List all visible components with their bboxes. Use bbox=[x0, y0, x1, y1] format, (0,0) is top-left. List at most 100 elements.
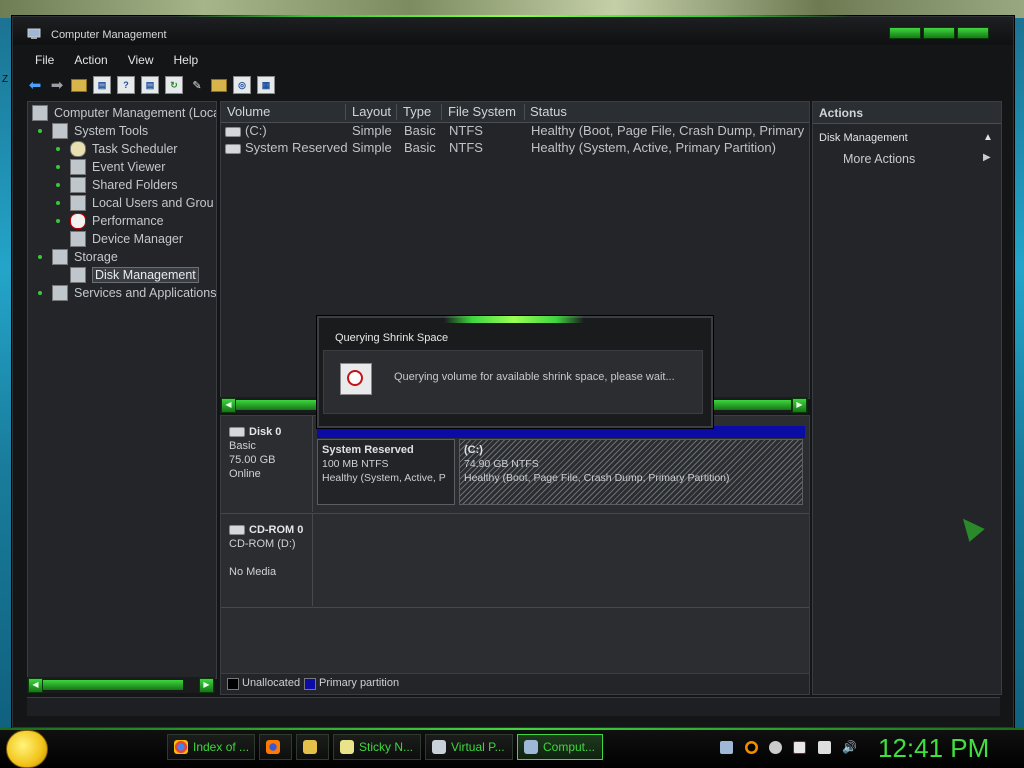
table-row[interactable]: (C:) Simple Basic NTFS Healthy (Boot, Pa… bbox=[221, 122, 809, 139]
window-title: Computer Management bbox=[51, 29, 167, 41]
partition-system-reserved[interactable]: System Reserved 100 MB NTFS Healthy (Sys… bbox=[317, 439, 455, 505]
taskbar-clock[interactable]: 12:41 PM bbox=[878, 733, 989, 764]
maximize-button[interactable] bbox=[923, 27, 955, 39]
connect-icon[interactable]: ✎ bbox=[189, 77, 205, 93]
task-sticky-notes[interactable]: Sticky N... bbox=[333, 734, 421, 760]
disk-0-label[interactable]: Disk 0 Basic 75.00 GB Online bbox=[221, 416, 313, 512]
tree-item-event-viewer[interactable]: Event Viewer bbox=[56, 158, 165, 176]
up-folder-icon[interactable] bbox=[71, 77, 87, 93]
menu-file[interactable]: File bbox=[25, 52, 64, 70]
performance-icon bbox=[70, 213, 86, 229]
tree-item-root[interactable]: Computer Management (Local bbox=[32, 104, 217, 122]
volume-tray-icon[interactable]: 🔊 bbox=[842, 741, 857, 754]
column-volume[interactable]: Volume bbox=[221, 104, 346, 120]
event-viewer-icon bbox=[70, 159, 86, 175]
clock-icon bbox=[70, 141, 86, 157]
start-button-smiley-icon[interactable] bbox=[6, 730, 48, 768]
menu-action[interactable]: Action bbox=[64, 52, 117, 70]
scroll-left-button[interactable]: ◀ bbox=[221, 398, 236, 413]
tree-item-task-scheduler[interactable]: Task Scheduler bbox=[56, 140, 177, 158]
column-type[interactable]: Type bbox=[397, 104, 442, 120]
tree-item-shared-folders[interactable]: Shared Folders bbox=[56, 176, 177, 194]
properties-icon[interactable]: ▤ bbox=[141, 76, 159, 94]
primary-partition-label: Primary partition bbox=[319, 677, 400, 689]
cdrom-0-label[interactable]: CD-ROM 0 CD-ROM (D:) No Media bbox=[221, 514, 313, 606]
title-bar[interactable]: Computer Management bbox=[13, 17, 1013, 45]
menu-view[interactable]: View bbox=[118, 52, 164, 70]
querying-shrink-dialog: Querying Shrink Space Querying volume fo… bbox=[317, 316, 713, 428]
column-layout[interactable]: Layout bbox=[346, 104, 397, 120]
help-icon[interactable]: ? bbox=[117, 76, 135, 94]
minus-tray-icon[interactable] bbox=[769, 741, 782, 754]
expand-bullet-icon[interactable] bbox=[56, 201, 60, 205]
expand-bullet-icon[interactable] bbox=[56, 165, 60, 169]
tree-item-disk-management[interactable]: Disk Management bbox=[70, 266, 199, 284]
computer-icon bbox=[32, 105, 48, 121]
expand-bullet-icon[interactable] bbox=[56, 183, 60, 187]
status-bar bbox=[27, 697, 1000, 716]
settings-icon[interactable]: ▦ bbox=[257, 76, 275, 94]
show-hide-tree-icon[interactable]: ▤ bbox=[93, 76, 111, 94]
tree-item-performance[interactable]: Performance bbox=[56, 212, 164, 230]
column-file-system[interactable]: File System bbox=[442, 104, 525, 120]
task-firefox[interactable] bbox=[259, 734, 292, 760]
action-center-tray-icon[interactable] bbox=[793, 741, 806, 754]
expand-bullet-icon[interactable] bbox=[56, 147, 60, 151]
forward-arrow-icon[interactable]: ➡ bbox=[49, 77, 65, 94]
disk-0-title: Disk 0 bbox=[229, 426, 312, 438]
search-disk-icon[interactable]: ◎ bbox=[233, 76, 251, 94]
column-status[interactable]: Status bbox=[524, 104, 809, 120]
menu-bar: File Action View Help bbox=[25, 52, 425, 70]
tree-label: Computer Management (Local bbox=[54, 106, 217, 120]
task-virtual-pc[interactable]: Virtual P... bbox=[425, 734, 513, 760]
scroll-left-button[interactable]: ◀ bbox=[28, 678, 43, 693]
status-cell: Healthy (System, Active, Primary Partiti… bbox=[531, 140, 776, 155]
volume-cell: (C:) bbox=[225, 123, 267, 138]
collapse-up-icon[interactable]: ▲ bbox=[983, 128, 993, 148]
scroll-right-button[interactable]: ▶ bbox=[792, 398, 807, 413]
minimize-button[interactable] bbox=[889, 27, 921, 39]
computer-management-icon bbox=[524, 740, 538, 754]
tree-item-system-tools[interactable]: System Tools bbox=[38, 122, 148, 140]
expand-bullet-icon[interactable] bbox=[38, 129, 42, 133]
expand-bullet-icon[interactable] bbox=[56, 219, 60, 223]
cdrom-title: CD-ROM 0 bbox=[229, 524, 312, 536]
task-computer-management[interactable]: Comput... bbox=[517, 734, 603, 760]
more-actions-label: More Actions bbox=[843, 152, 916, 166]
task-folder[interactable] bbox=[296, 734, 329, 760]
storage-icon bbox=[52, 249, 68, 265]
cdrom-state: No Media bbox=[229, 566, 277, 578]
expand-bullet-icon[interactable] bbox=[38, 255, 42, 259]
disk-icon bbox=[229, 427, 245, 438]
partition-c-drive[interactable]: (C:) 74.90 GB NTFS Healthy (Boot, Page F… bbox=[459, 439, 803, 505]
refresh-icon[interactable]: ↻ bbox=[165, 76, 183, 94]
menu-help[interactable]: Help bbox=[164, 52, 209, 70]
unallocated-swatch bbox=[227, 678, 239, 690]
scroll-right-button[interactable]: ▶ bbox=[199, 678, 214, 693]
disk-size: 75.00 GB bbox=[229, 454, 276, 466]
search-tray-icon[interactable] bbox=[745, 741, 758, 754]
open-folder-icon[interactable] bbox=[211, 77, 227, 93]
volume-cell: System Reserved bbox=[225, 140, 348, 155]
cdrom-icon bbox=[229, 525, 245, 536]
services-icon bbox=[52, 285, 68, 301]
tree-item-local-users[interactable]: Local Users and Grou bbox=[56, 194, 214, 212]
network-tray-icon[interactable] bbox=[720, 741, 733, 754]
more-actions-item[interactable]: More Actions ▶ bbox=[843, 152, 991, 166]
table-row[interactable]: System Reserved Simple Basic NTFS Health… bbox=[221, 139, 809, 156]
tree-label: Services and Applications bbox=[74, 286, 217, 300]
back-arrow-icon[interactable]: ⬅ bbox=[27, 77, 43, 94]
network-monitor-tray-icon[interactable] bbox=[818, 741, 831, 754]
desktop-edge-text: Z bbox=[2, 74, 9, 85]
actions-section-disk-management[interactable]: Disk Management ▲ bbox=[813, 128, 1001, 148]
tree-item-services[interactable]: Services and Applications bbox=[38, 284, 216, 302]
tree-label: Local Users and Grou bbox=[92, 196, 214, 210]
tree-horizontal-scrollbar[interactable]: ◀ ▶ bbox=[27, 677, 215, 693]
scrollbar-thumb[interactable] bbox=[43, 680, 183, 690]
tree-label: Shared Folders bbox=[92, 178, 178, 192]
expand-bullet-icon[interactable] bbox=[38, 291, 42, 295]
task-index-of[interactable]: Index of ... bbox=[167, 734, 255, 760]
tree-item-storage[interactable]: Storage bbox=[38, 248, 118, 266]
tree-item-device-manager[interactable]: Device Manager bbox=[70, 230, 183, 248]
close-button[interactable] bbox=[957, 27, 989, 39]
